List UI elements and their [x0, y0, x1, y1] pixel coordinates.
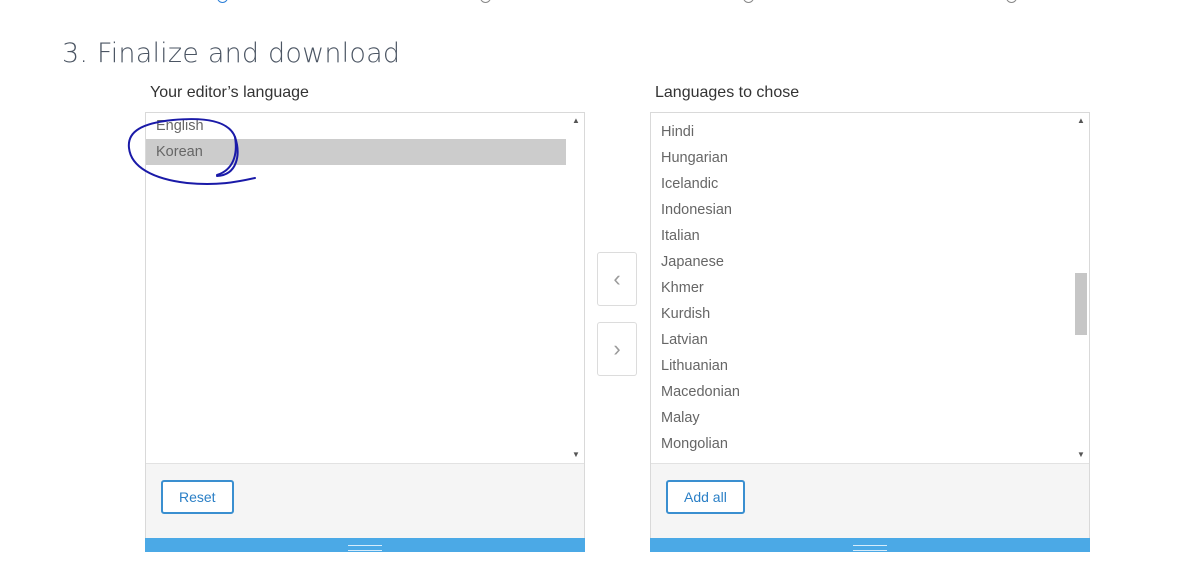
scroll-up-icon[interactable]: ▲ [1073, 113, 1089, 129]
scroll-down-icon[interactable]: ▼ [1073, 447, 1089, 463]
list-item-malay[interactable]: Malay [651, 405, 1071, 431]
editor-language-footer: Reset [146, 463, 584, 539]
step-1-dot[interactable] [217, 0, 228, 3]
page-title: 3. Finalize and download [62, 38, 401, 69]
list-item-italian[interactable]: Italian [651, 223, 1071, 249]
grip-icon [348, 545, 382, 551]
editor-language-list[interactable]: English Korean [146, 113, 566, 463]
available-languages-footer: Add all [651, 463, 1089, 539]
progress-stepper [0, 0, 1184, 6]
list-item-icelandic[interactable]: Icelandic [651, 171, 1071, 197]
available-languages-scrollbar[interactable]: ▲ ▼ [1073, 113, 1089, 463]
list-item-indonesian[interactable]: Indonesian [651, 197, 1071, 223]
list-item-khmer[interactable]: Khmer [651, 275, 1071, 301]
list-item-english[interactable]: English [146, 113, 566, 139]
scroll-down-icon[interactable]: ▼ [568, 447, 584, 463]
chevron-left-icon: ‹ [613, 266, 621, 291]
list-item-hungarian[interactable]: Hungarian [651, 145, 1071, 171]
editor-language-panel: English Korean ▲ ▼ Reset [145, 112, 585, 552]
list-item-kurdish[interactable]: Kurdish [651, 301, 1071, 327]
add-all-button[interactable]: Add all [666, 480, 745, 514]
editor-language-scrollbar[interactable]: ▲ ▼ [568, 113, 584, 463]
resize-handle[interactable] [650, 538, 1090, 552]
move-right-button[interactable]: › [597, 322, 637, 376]
step-2-dot[interactable] [480, 0, 491, 3]
chevron-right-icon: › [613, 336, 621, 361]
list-item-macedonian[interactable]: Macedonian [651, 379, 1071, 405]
step-3-dot[interactable] [743, 0, 754, 3]
move-left-button[interactable]: ‹ [597, 252, 637, 306]
list-item-japanese[interactable]: Japanese [651, 249, 1071, 275]
available-languages-panel: Hindi Hungarian Icelandic Indonesian Ita… [650, 112, 1090, 552]
list-item-mongolian[interactable]: Mongolian [651, 431, 1071, 457]
resize-handle[interactable] [145, 538, 585, 552]
grip-icon [853, 545, 887, 551]
available-languages-label: Languages to chose [655, 84, 800, 101]
step-4-dot[interactable] [1006, 0, 1017, 3]
list-item-hindi[interactable]: Hindi [651, 119, 1071, 145]
scroll-up-icon[interactable]: ▲ [568, 113, 584, 129]
list-item-korean[interactable]: Korean [146, 139, 566, 165]
scroll-thumb[interactable] [1075, 273, 1087, 335]
available-languages-list[interactable]: Hindi Hungarian Icelandic Indonesian Ita… [651, 119, 1071, 469]
editor-language-label: Your editor’s language [150, 84, 309, 101]
list-item-lithuanian[interactable]: Lithuanian [651, 353, 1071, 379]
reset-button[interactable]: Reset [161, 480, 234, 514]
list-item-latvian[interactable]: Latvian [651, 327, 1071, 353]
